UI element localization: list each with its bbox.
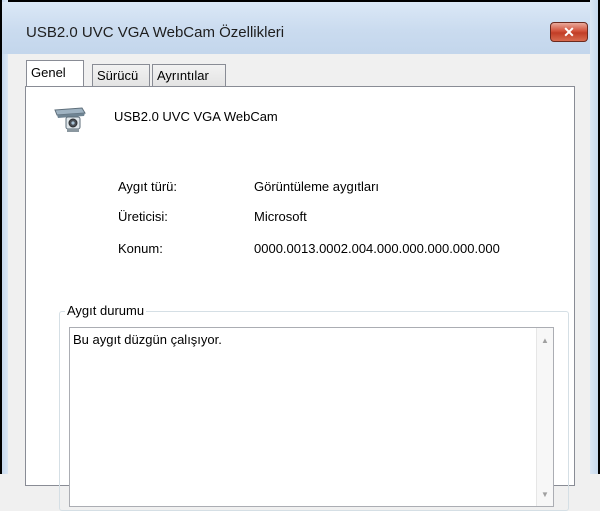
webcam-icon (54, 107, 86, 132)
scroll-down-arrow-icon[interactable]: ▼ (537, 488, 553, 502)
tab-label: Genel (31, 65, 66, 80)
device-status-legend: Aygıt durumu (65, 303, 147, 318)
title-bar[interactable]: USB2.0 UVC VGA WebCam Özellikleri ✕ (2, 2, 590, 54)
window-frame-right (590, 0, 600, 474)
tab-ayrintilar[interactable]: Ayrıntılar (152, 64, 226, 86)
device-status-textbox[interactable]: Bu aygıt düzgün çalışıyor. ▲ ▼ (69, 327, 554, 507)
tab-panel-genel: USB2.0 UVC VGA WebCam Aygıt türü: Görünt… (25, 86, 575, 511)
device-name: USB2.0 UVC VGA WebCam (114, 109, 278, 124)
close-icon: ✕ (563, 23, 575, 40)
tab-surucu[interactable]: Sürücü (92, 64, 150, 86)
scroll-up-arrow-icon[interactable]: ▲ (537, 334, 553, 348)
tab-genel[interactable]: Genel (26, 60, 84, 86)
location-value: 0000.0013.0002.004.000.000.000.000.000 (254, 241, 500, 256)
location-label: Konum: (118, 241, 163, 256)
window-frame-left (0, 0, 8, 474)
close-button[interactable]: ✕ (550, 22, 588, 42)
window-title: USB2.0 UVC VGA WebCam Özellikleri (26, 24, 285, 41)
tab-label: Ayrıntılar (157, 68, 209, 83)
dialog-client-area: Genel Sürücü Ayrıntılar USB2.0 UVC VGA W… (8, 54, 590, 511)
tab-label: Sürücü (97, 68, 139, 83)
status-scrollbar[interactable]: ▲ ▼ (536, 328, 553, 506)
device-type-label: Aygıt türü: (118, 179, 178, 194)
device-status-group: Aygıt durumu Bu aygıt düzgün çalışıyor. … (59, 303, 569, 511)
manufacturer-label: Üreticisi: (118, 209, 168, 224)
device-type-value: Görüntüleme aygıtları (254, 179, 380, 194)
device-status-text: Bu aygıt düzgün çalışıyor. (73, 332, 222, 347)
manufacturer-value: Microsoft (254, 209, 307, 224)
